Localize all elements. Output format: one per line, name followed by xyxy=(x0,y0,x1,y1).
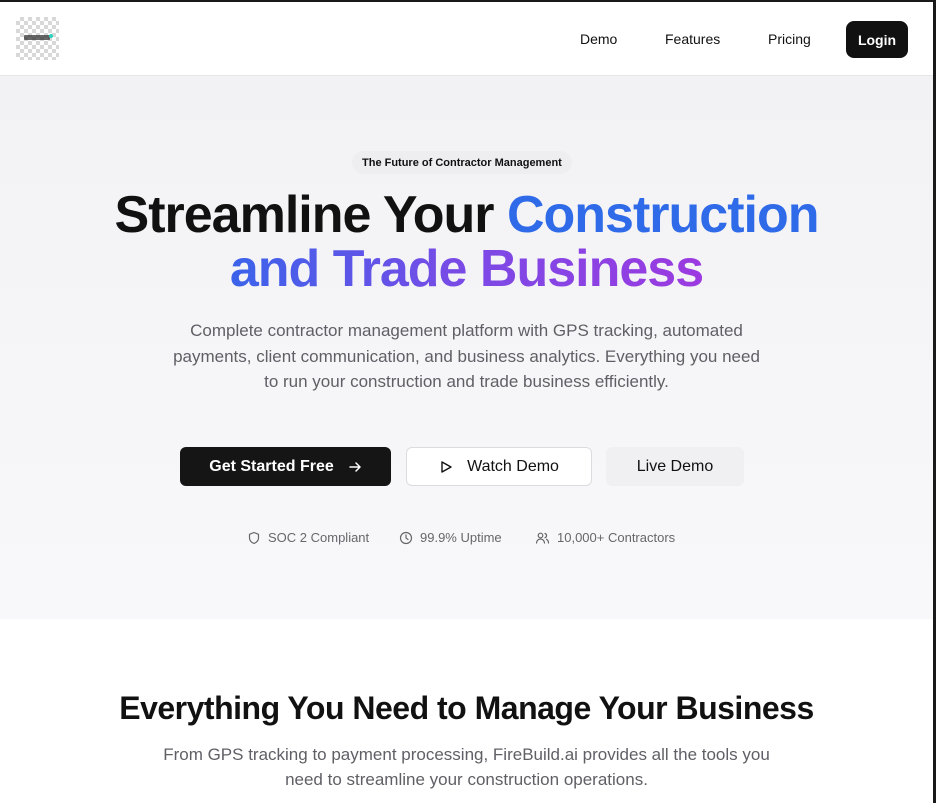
hero-title-line2: and Trade Business xyxy=(0,242,933,296)
page: Demo Features Pricing Login The Future o… xyxy=(0,2,933,803)
trust-uptime-label: 99.9% Uptime xyxy=(420,530,502,545)
arrow-right-icon xyxy=(348,461,361,472)
trust-contractors-label: 10,000+ Contractors xyxy=(557,530,676,545)
trust-soc2: SOC 2 Compliant xyxy=(247,530,369,545)
play-icon xyxy=(441,460,452,473)
watch-demo-label: Watch Demo xyxy=(467,457,559,475)
login-button[interactable]: Login xyxy=(846,21,908,58)
get-started-button[interactable]: Get Started Free xyxy=(180,447,391,486)
nav-link-features[interactable]: Features xyxy=(665,31,720,47)
watch-demo-button[interactable]: Watch Demo xyxy=(406,447,592,486)
hero-title-line1: Streamline Your Construction xyxy=(0,188,933,242)
get-started-label: Get Started Free xyxy=(209,457,334,475)
nav-link-pricing[interactable]: Pricing xyxy=(768,31,811,47)
features-subtitle: From GPS tracking to payment processing,… xyxy=(163,745,770,789)
hero-title-gradient: and Trade Business xyxy=(229,240,704,298)
logo-wordmark xyxy=(24,35,50,40)
logo-dot xyxy=(49,34,53,38)
hero-badge: The Future of Contractor Management xyxy=(352,151,572,174)
logo-icon[interactable] xyxy=(16,17,59,60)
hero-subtitle: Complete contractor management platform … xyxy=(173,321,760,391)
trust-uptime: 99.9% Uptime xyxy=(399,530,502,545)
users-icon xyxy=(535,532,550,544)
clock-icon xyxy=(399,531,413,544)
window-edge xyxy=(933,0,936,803)
hero-title-part1: Streamline Your xyxy=(114,186,507,244)
top-nav: Demo Features Pricing Login xyxy=(0,2,933,76)
live-demo-button[interactable]: Live Demo xyxy=(606,447,744,486)
scrollbar[interactable] xyxy=(933,0,945,803)
hero-section: The Future of Contractor Management Stre… xyxy=(0,76,933,619)
nav-link-demo[interactable]: Demo xyxy=(580,31,617,47)
trust-soc2-label: SOC 2 Compliant xyxy=(268,530,370,545)
hero-title-highlight: Construction xyxy=(506,186,820,244)
trust-contractors: 10,000+ Contractors xyxy=(535,530,675,545)
features-title: Everything You Need to Manage Your Busin… xyxy=(119,690,814,726)
shield-icon xyxy=(248,531,260,544)
